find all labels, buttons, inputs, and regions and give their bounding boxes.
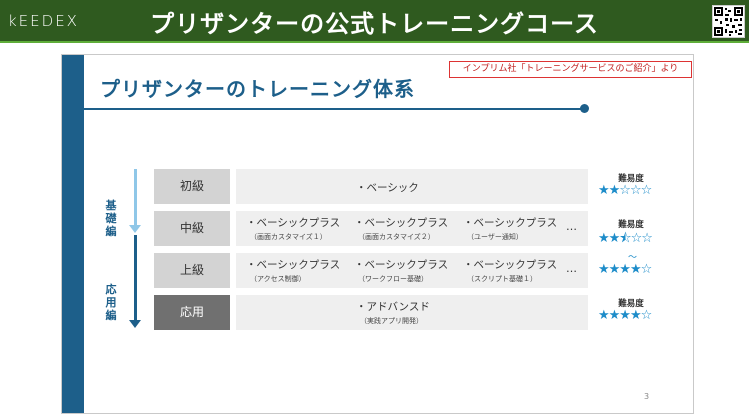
training-slide: インプリム社「トレーニングサービスのご紹介」より プリザンターのトレーニング体系… [61, 54, 694, 414]
source-note: インプリム社「トレーニングサービスのご紹介」より [449, 61, 692, 78]
course-name: ・ベーシックプラス [463, 217, 558, 229]
row-content: ・ベーシックプラス （画面カスタマイズ１） ・ベーシックプラス （画面カスタマイ… [236, 211, 588, 246]
course-name: ・ベーシックプラス [246, 259, 341, 271]
row-content: ・ベーシック [236, 169, 588, 204]
course-name: ・アドバンスド [356, 301, 430, 313]
level-applied: 応用 [154, 295, 230, 330]
course-name: ・ベーシックプラス [354, 259, 449, 271]
level-advanced: 上級 [154, 253, 230, 288]
more-ellipsis: … [566, 262, 577, 275]
level-beginner: 初級 [154, 169, 230, 204]
basic-arrow-head [129, 225, 141, 233]
difficulty-stars: ★★☆☆☆ [598, 183, 652, 198]
row-content: ・アドバンスド （実践アプリ開発） [236, 295, 588, 330]
difficulty-stars: ★★★★☆ [598, 308, 652, 323]
level-intermediate: 中級 [154, 211, 230, 246]
applied-arrow-head [129, 320, 141, 328]
course-note: （ワークフロー基礎） [358, 275, 428, 283]
page-title: プリザンターの公式トレーニングコース [150, 10, 599, 38]
side-label-applied: 応用編 [105, 283, 117, 322]
row-content: ・ベーシックプラス （アクセス制御） ・ベーシックプラス （ワークフロー基礎） … [236, 253, 588, 288]
side-label-basic: 基礎編 [105, 199, 117, 238]
course-name: ・ベーシックプラス [463, 259, 558, 271]
difficulty-stars: ★★⯪☆☆ [598, 231, 653, 246]
header-bar: kEEDEX プリザンターの公式トレーニングコース [0, 0, 749, 43]
qr-code-icon [712, 5, 745, 38]
underline-dot [580, 104, 589, 113]
course-name: ・ベーシックプラス [246, 217, 341, 229]
course-note: （実践アプリ開発） [360, 317, 423, 325]
slide-title: プリザンターのトレーニング体系 [100, 77, 415, 101]
course-name: ・ベーシック [356, 182, 419, 194]
course-note: （ユーザー通知） [467, 233, 523, 241]
more-ellipsis: … [566, 220, 577, 233]
course-name: ・ベーシックプラス [354, 217, 449, 229]
course-note: （画面カスタマイズ２） [358, 233, 435, 241]
course-note: （アクセス制御） [250, 275, 306, 283]
slide-stripe [62, 55, 84, 413]
course-note: （画面カスタマイズ１） [250, 233, 327, 241]
basic-arrow [134, 169, 137, 229]
applied-arrow [134, 235, 137, 322]
title-underline [84, 108, 586, 110]
difficulty-stars: ★★★★☆ [598, 262, 652, 277]
page-number: 3 [644, 392, 650, 401]
course-note: （スクリプト基礎１） [467, 275, 537, 283]
